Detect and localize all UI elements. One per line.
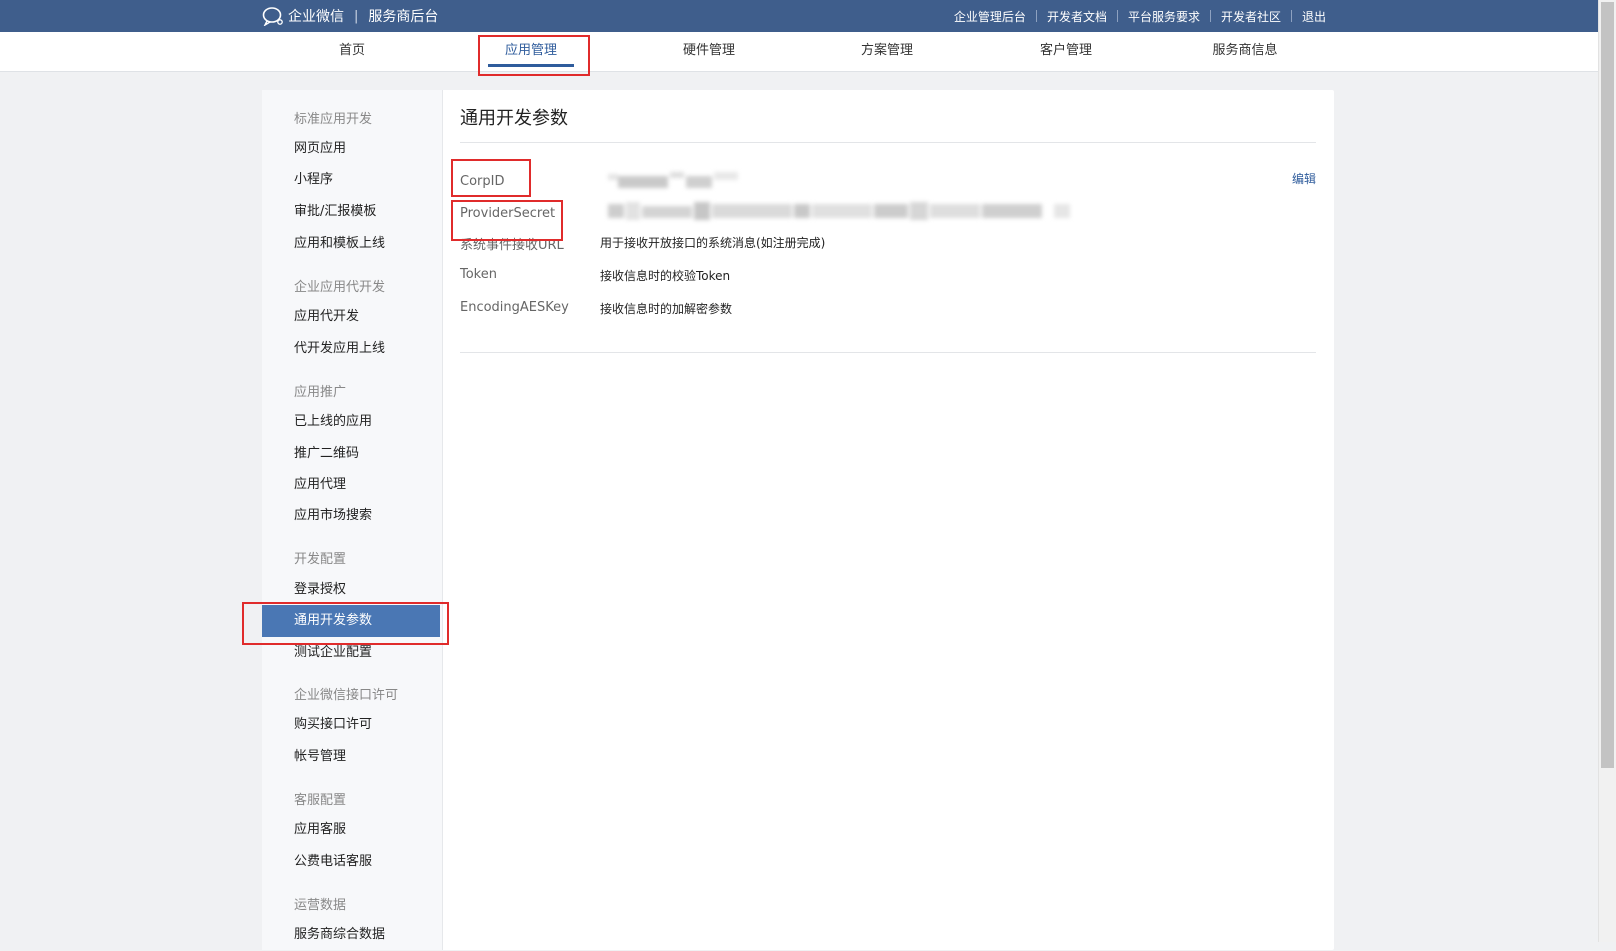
sidebar-group-interface-license: 企业微信接口许可 (294, 688, 399, 703)
active-tab-underline (488, 64, 574, 67)
sidebar-item-app-customer-service[interactable]: 应用客服 (262, 814, 440, 846)
masked-value (608, 172, 738, 188)
tab-provider-info[interactable]: 服务商信息 (1200, 32, 1290, 71)
brand[interactable]: 企业微信 | 服务商后台 (262, 0, 438, 32)
sidebar-item-custom-app-launch[interactable]: 代开发应用上线 (262, 333, 440, 365)
tab-customer-management[interactable]: 客户管理 (1029, 32, 1103, 71)
link-divider (1209, 10, 1211, 22)
brand-name: 企业微信 (288, 9, 344, 25)
sidebar-item-buy-license[interactable]: 购买接口许可 (262, 709, 440, 741)
sidebar-group-standard-dev: 标准应用开发 (294, 112, 373, 127)
sidebar-group-customer-service: 客服配置 (294, 793, 347, 808)
brand-subtitle: 服务商后台 (368, 9, 439, 25)
sidebar: 标准应用开发 网页应用 小程序 审批/汇报模板 应用和模板上线 企业应用代开发 … (262, 90, 443, 950)
sidebar-item-web-app[interactable]: 网页应用 (262, 133, 440, 165)
param-value-event-url: 用于接收开放接口的系统消息(如注册完成) (600, 236, 826, 250)
link-divider (1116, 10, 1118, 22)
param-label-event-url: 系统事件接收URL (460, 238, 564, 253)
param-label-corpid: CorpID (460, 174, 505, 189)
sidebar-group-dev-config: 开发配置 (294, 552, 347, 567)
link-logout[interactable]: 退出 (1302, 8, 1326, 25)
param-label-token: Token (460, 267, 497, 282)
link-divider (1035, 10, 1037, 22)
wecom-logo-icon (262, 7, 283, 26)
sidebar-item-mini-program[interactable]: 小程序 (262, 164, 440, 196)
param-value-encoding-aes-key: 接收信息时的加解密参数 (600, 302, 733, 316)
link-developer-community[interactable]: 开发者社区 (1221, 8, 1281, 25)
tab-app-management[interactable]: 应用管理 (488, 32, 574, 71)
page-scrollbar[interactable] (1598, 0, 1616, 942)
main-nav: 首页 应用管理 硬件管理 方案管理 客户管理 服务商信息 (0, 32, 1598, 72)
link-admin-console[interactable]: 企业管理后台 (954, 8, 1026, 25)
tab-home[interactable]: 首页 (318, 32, 386, 71)
sidebar-group-app-promotion: 应用推广 (294, 385, 347, 400)
param-label-encoding-aes-key: EncodingAESKey (460, 300, 569, 315)
link-divider (1290, 10, 1292, 22)
main-panel: 标准应用开发 网页应用 小程序 审批/汇报模板 应用和模板上线 企业应用代开发 … (262, 90, 1334, 950)
sidebar-item-app-template-launch[interactable]: 应用和模板上线 (262, 228, 440, 260)
sidebar-item-launched-apps[interactable]: 已上线的应用 (262, 406, 440, 438)
sidebar-item-approval-template[interactable]: 审批/汇报模板 (262, 196, 440, 228)
sidebar-item-test-corp-config[interactable]: 测试企业配置 (262, 637, 440, 669)
sidebar-item-account-management[interactable]: 帐号管理 (262, 741, 440, 773)
top-links: 企业管理后台 开发者文档 平台服务要求 开发者社区 退出 (954, 0, 1326, 32)
title-divider (460, 142, 1316, 143)
brand-separator: | (354, 8, 359, 24)
page-title: 通用开发参数 (460, 108, 568, 129)
scrollbar-thumb[interactable] (1601, 2, 1614, 768)
sidebar-group-custom-dev: 企业应用代开发 (294, 280, 386, 295)
sidebar-item-app-custom-dev[interactable]: 应用代开发 (262, 301, 440, 333)
param-value-secret-masked (600, 200, 1080, 222)
sidebar-item-promo-qrcode[interactable]: 推广二维码 (262, 438, 440, 470)
edit-link[interactable]: 编辑 (1292, 170, 1316, 187)
section-divider (460, 352, 1316, 353)
param-label-provider-secret: ProviderSecret (460, 206, 556, 221)
sidebar-item-general-dev-params[interactable]: 通用开发参数 (262, 605, 440, 637)
tab-hardware-management[interactable]: 硬件管理 (672, 32, 746, 71)
link-developer-docs[interactable]: 开发者文档 (1047, 8, 1107, 25)
param-value-corpid-masked (600, 170, 750, 190)
sidebar-item-paid-phone-service[interactable]: 公费电话客服 (262, 846, 440, 878)
sidebar-group-operation-data: 运营数据 (294, 898, 347, 913)
top-bar: 企业微信 | 服务商后台 企业管理后台 开发者文档 平台服务要求 开发者社区 退… (0, 0, 1598, 32)
sidebar-item-login-auth[interactable]: 登录授权 (262, 574, 440, 606)
link-platform-requirements[interactable]: 平台服务要求 (1128, 8, 1200, 25)
sidebar-item-market-search[interactable]: 应用市场搜索 (262, 500, 440, 532)
tab-solution-management[interactable]: 方案管理 (850, 32, 924, 71)
sidebar-item-app-agent[interactable]: 应用代理 (262, 469, 440, 501)
sidebar-item-provider-data[interactable]: 服务商综合数据 (262, 919, 440, 951)
tab-app-management-label: 应用管理 (504, 43, 557, 58)
param-value-token: 接收信息时的校验Token (600, 269, 731, 283)
masked-value (608, 202, 1070, 220)
